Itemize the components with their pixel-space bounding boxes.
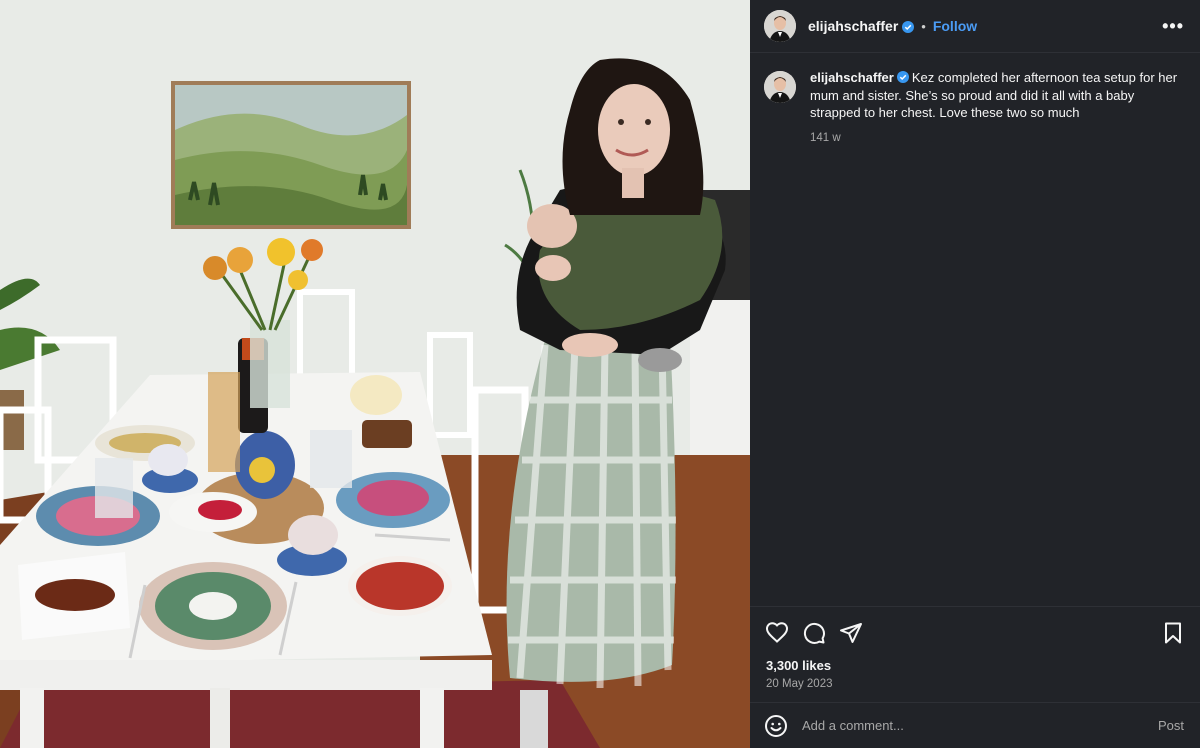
- caption-username[interactable]: elijahschaffer: [810, 70, 894, 85]
- caption-age[interactable]: 141 w: [810, 132, 1180, 144]
- avatar-icon[interactable]: [764, 10, 796, 42]
- post-header: elijahschaffer • Follow •••: [750, 0, 1200, 53]
- share-icon[interactable]: [838, 620, 864, 646]
- caption-verified-badge-icon: [896, 70, 909, 83]
- likes-count[interactable]: 3,300 likes: [750, 658, 1200, 673]
- follow-button[interactable]: Follow: [933, 18, 977, 34]
- post-photo[interactable]: [0, 0, 750, 748]
- comment-bar: Post: [750, 702, 1200, 748]
- header-separator: •: [921, 18, 926, 34]
- comment-input[interactable]: [802, 718, 1158, 733]
- post-side-panel: elijahschaffer • Follow ••• elijahschaff…: [750, 0, 1200, 748]
- caption-text: elijahschaffer Kez completed her afternoo…: [810, 69, 1180, 122]
- caption-body: elijahschaffer Kez completed her afternoo…: [810, 69, 1180, 144]
- bookmark-icon[interactable]: [1160, 620, 1186, 646]
- avatar-image: [764, 10, 796, 42]
- photo-image: [0, 0, 750, 748]
- caption-row: elijahschaffer Kez completed her afternoo…: [764, 69, 1184, 144]
- post-comment-button[interactable]: Post: [1158, 718, 1184, 733]
- comment-icon[interactable]: [801, 620, 827, 646]
- emoji-icon[interactable]: [764, 714, 788, 738]
- comments-area: elijahschaffer Kez completed her afternoo…: [750, 53, 1200, 606]
- header-username[interactable]: elijahschaffer: [808, 18, 898, 34]
- caption-avatar-icon[interactable]: [764, 71, 796, 103]
- more-options-icon[interactable]: •••: [1162, 16, 1184, 37]
- post-date: 20 May 2023: [766, 678, 833, 690]
- verified-badge-icon: [902, 20, 915, 33]
- instagram-post: elijahschaffer • Follow ••• elijahschaff…: [0, 0, 1200, 748]
- heart-icon[interactable]: [764, 620, 790, 646]
- action-bar: [750, 606, 1200, 658]
